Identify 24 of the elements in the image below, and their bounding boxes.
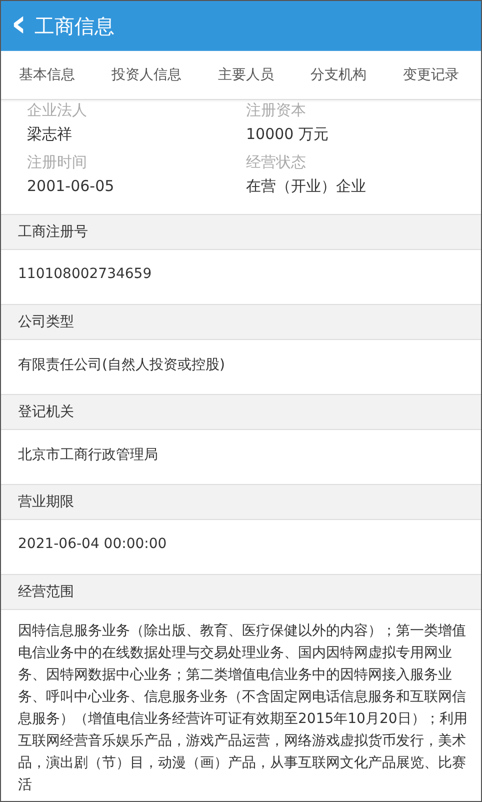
section-value: 2021-06-04 00:00:00 xyxy=(17,535,168,554)
field-label: 注册资本 xyxy=(246,100,307,120)
field-label: 经营状态 xyxy=(246,152,307,172)
section-heading: 登记机关 xyxy=(1,394,481,430)
field-label: 注册时间 xyxy=(27,152,88,172)
tab[interactable]: 基本信息 xyxy=(19,66,76,84)
section-value: 因特信息服务业务（除出版、教育、医疗保健以外的内容）；第一类增值电信业务中的在线数据处理与交易处理业务、国内因特网虚拟专用网业务、因特网数据中心业务；第二类增值电信业务中的因特网接入服务业务、呼叫中心业务、信息服务业务（不含固定网电话信息服务和互联网信息服务）（增值电信业务经营许可证有效期至2015年10月20日）；利用互联网经营音乐娱乐产品，游戏产品运营，网络游戏虚拟货币发行，美术品，演出剧（节）目，动漫（画）产品，从事互联网文化产品展览、比赛活 xyxy=(17,622,468,795)
section-heading: 公司类型 xyxy=(1,304,481,340)
section-heading: 经营范围 xyxy=(1,574,481,610)
tab[interactable]: 分支机构 xyxy=(310,66,366,84)
field-value: 梁志祥 xyxy=(27,124,73,145)
tab[interactable]: 变更记录 xyxy=(402,66,459,84)
section-value: 北京市工商行政管理局 xyxy=(17,446,159,465)
section-value: 110108002734659 xyxy=(17,265,153,284)
page-title: 工商信息 xyxy=(34,12,115,40)
section-heading: 工商注册号 xyxy=(1,214,481,250)
field-label: 企业法人 xyxy=(27,100,88,120)
field-value: 2001-06-05 xyxy=(27,176,116,197)
section-heading: 营业期限 xyxy=(1,484,481,520)
section-value: 有限责任公司(自然人投资或控股) xyxy=(17,356,226,375)
field-value: 10000 万元 xyxy=(246,124,330,145)
tab[interactable]: 投资人信息 xyxy=(112,66,182,84)
field-value: 在营（开业）企业 xyxy=(246,176,367,197)
tab[interactable]: 主要人员 xyxy=(218,66,274,84)
